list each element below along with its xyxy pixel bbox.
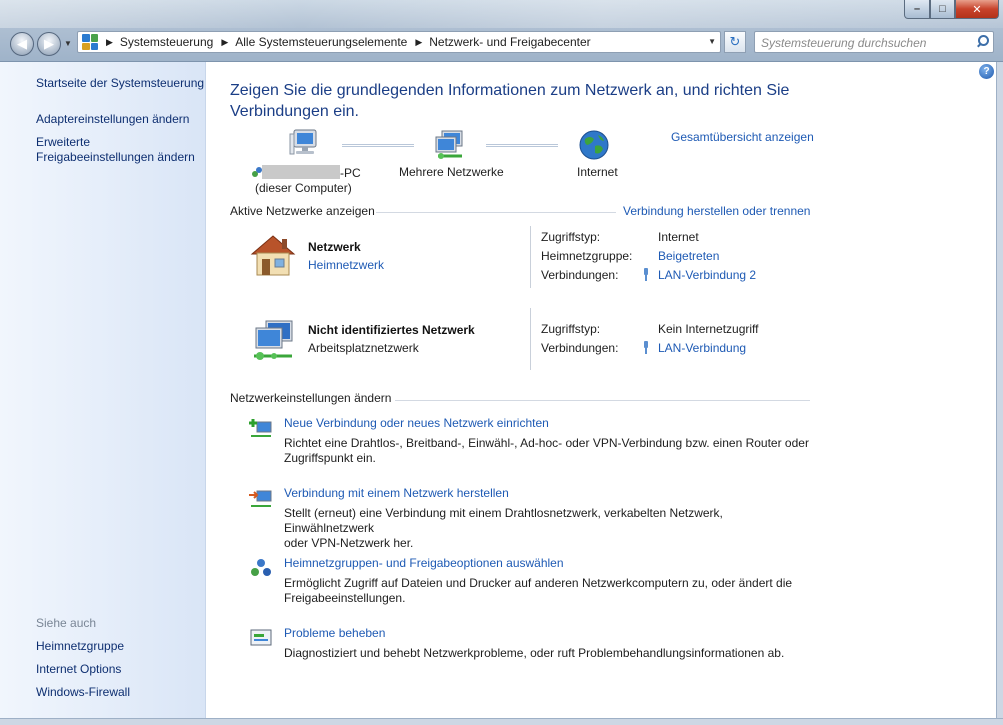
breadcrumb-systemsteuerung[interactable]: Systemsteuerung <box>120 35 213 49</box>
redacted-computer-name <box>262 165 340 179</box>
search-input[interactable]: Systemsteuerung durchsuchen <box>754 31 994 53</box>
new-connection-link[interactable]: Neue Verbindung oder neues Netzwerk einr… <box>284 416 549 430</box>
network-2-name: Nicht identifiziertes Netzwerk <box>308 323 475 337</box>
back-button[interactable]: ◀ <box>10 32 34 56</box>
window-right-edge <box>996 62 1003 725</box>
new-connection-description: Richtet eine Drahtlos-, Breitband-, Einw… <box>284 436 809 465</box>
network-2-connection-link[interactable]: LAN-Verbindung <box>658 341 746 355</box>
troubleshoot-link[interactable]: Probleme beheben <box>284 626 385 640</box>
forward-button[interactable]: ▶ <box>37 32 61 56</box>
network-1-homegroup-label: Heimnetzgruppe: <box>541 249 633 263</box>
ethernet-plug-icon <box>642 268 650 281</box>
troubleshoot-description: Diagnostiziert und behebt Netzwerkproble… <box>284 646 785 660</box>
section-divider <box>395 400 810 401</box>
map-connector <box>486 144 558 147</box>
ethernet-plug-icon <box>642 341 650 354</box>
address-bar[interactable]: ▶ Systemsteuerung ▶ Alle Systemsteuerung… <box>77 31 721 53</box>
see-also-homegroup-link[interactable]: Heimnetzgruppe <box>36 639 124 654</box>
home-network-icon[interactable] <box>248 232 298 278</box>
network-2-divider <box>530 308 531 370</box>
network-1-divider <box>530 226 531 288</box>
help-button[interactable]: ? <box>979 64 994 79</box>
internet-globe-icon[interactable] <box>578 129 610 161</box>
window-controls: – □ ✕ <box>904 0 999 19</box>
computer-name-label: -PC <box>262 165 361 180</box>
refresh-button[interactable]: ↻ <box>724 31 746 53</box>
connect-network-link[interactable]: Verbindung mit einem Netzwerk herstellen <box>284 486 509 500</box>
unidentified-network-icon[interactable] <box>248 318 298 364</box>
breadcrumb-network-center[interactable]: Netzwerk- und Freigabecenter <box>429 35 590 49</box>
maximize-button[interactable]: □ <box>930 0 955 19</box>
arrow-left-icon: ◀ <box>17 36 27 51</box>
homegroup-sharing-icon <box>251 559 271 576</box>
address-dropdown-icon[interactable]: ▼ <box>708 37 716 46</box>
breadcrumb-chevron-icon[interactable]: ▶ <box>221 37 228 48</box>
section-divider <box>376 212 616 213</box>
change-settings-heading: Netzwerkeinstellungen ändern <box>230 391 392 405</box>
minimize-button[interactable]: – <box>904 0 930 19</box>
page-title: Zeigen Sie die grundlegenden Information… <box>230 82 790 120</box>
connect-network-description: Stellt (erneut) eine Verbindung mit eine… <box>284 506 723 550</box>
computer-icon[interactable] <box>288 128 324 162</box>
internet-label: Internet <box>577 165 618 179</box>
network-2-connections-label: Verbindungen: <box>541 341 619 355</box>
help-icon: ? <box>983 66 990 77</box>
connect-network-icon <box>249 490 272 507</box>
active-networks-heading: Aktive Netzwerke anzeigen <box>230 204 375 218</box>
network-1-type-link[interactable]: Heimnetzwerk <box>308 258 384 272</box>
network-2-access-type-value: Kein Internetzugriff <box>658 322 759 336</box>
recent-pages-chevron-icon[interactable]: ▼ <box>64 39 72 48</box>
network-1-name: Netzwerk <box>308 240 361 254</box>
refresh-icon: ↻ <box>729 34 741 49</box>
sidebar-advanced-sharing-link[interactable]: Erweiterte <box>36 135 90 150</box>
network-1-homegroup-link[interactable]: Beigetreten <box>658 249 719 263</box>
multiple-networks-label: Mehrere Netzwerke <box>399 165 504 179</box>
connect-disconnect-link[interactable]: Verbindung herstellen oder trennen <box>623 204 810 218</box>
sidebar-home-link[interactable]: Startseite der Systemsteuerung <box>36 76 204 91</box>
network-2-access-type-label: Zugriffstyp: <box>541 322 601 336</box>
breadcrumb-chevron-icon[interactable]: ▶ <box>415 37 422 48</box>
network-1-connection-link[interactable]: LAN-Verbindung 2 <box>658 268 756 282</box>
see-also-heading: Siehe auch <box>36 616 97 630</box>
close-button[interactable]: ✕ <box>955 0 999 19</box>
network-1-access-type-label: Zugriffstyp: <box>541 230 601 244</box>
multiple-networks-icon[interactable] <box>432 128 468 162</box>
breadcrumb-chevron-icon[interactable]: ▶ <box>106 37 113 48</box>
network-1-access-type-value: Internet <box>658 230 699 244</box>
network-1-connections-label: Verbindungen: <box>541 268 619 282</box>
search-icon[interactable] <box>976 35 989 47</box>
map-connector <box>342 144 414 147</box>
breadcrumb-all-items[interactable]: Alle Systemsteuerungselemente <box>235 35 407 49</box>
see-also-firewall-link[interactable]: Windows-Firewall <box>36 685 130 700</box>
network-2-type: Arbeitsplatznetzwerk <box>308 341 419 355</box>
homegroup-sharing-link[interactable]: Heimnetzgruppen- und Freigabeoptionen au… <box>284 556 564 570</box>
arrow-right-icon: ▶ <box>44 36 54 51</box>
computer-note-label: (dieser Computer) <box>255 181 352 195</box>
troubleshoot-icon <box>250 629 272 646</box>
sidebar-adapter-settings-link[interactable]: Adaptereinstellungen ändern <box>36 112 189 127</box>
sidebar-advanced-sharing-link-line2[interactable]: Freigabeeinstellungen ändern <box>36 150 195 165</box>
new-connection-icon <box>249 419 272 437</box>
homegroup-sharing-description: Ermöglicht Zugriff auf Dateien und Druck… <box>284 576 793 605</box>
see-also-internet-options-link[interactable]: Internet Options <box>36 662 121 677</box>
search-placeholder: Systemsteuerung durchsuchen <box>761 36 927 50</box>
control-panel-icon <box>82 34 98 50</box>
full-map-link[interactable]: Gesamtübersicht anzeigen <box>671 130 814 144</box>
window-bottom-edge <box>0 718 1003 725</box>
